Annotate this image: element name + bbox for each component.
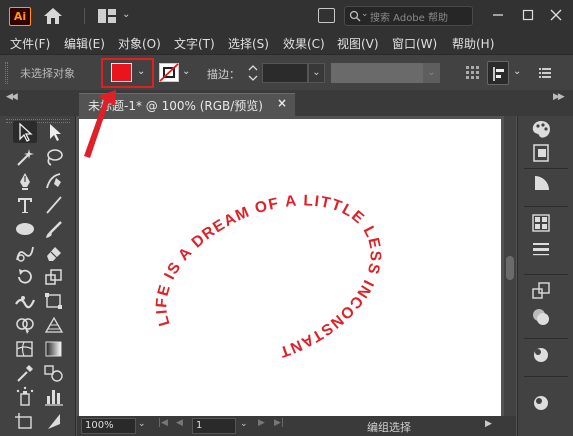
menu-window[interactable]: 窗口(W): [392, 35, 437, 52]
shape-builder-tool-icon[interactable]: [13, 314, 37, 336]
panel-separator: [524, 376, 568, 377]
mesh-tool-icon[interactable]: [13, 338, 37, 360]
color-palette-icon[interactable]: [530, 118, 552, 140]
artboard-dropdown-chevron-icon[interactable]: ⌄: [240, 419, 248, 429]
panel-separator: [524, 274, 568, 275]
menu-select[interactable]: 选择(S): [228, 35, 269, 52]
stroke-width-input[interactable]: [262, 63, 308, 83]
shaper-tool-icon[interactable]: [13, 242, 37, 264]
control-bar-grip[interactable]: [5, 62, 8, 84]
pen-tool-icon[interactable]: [13, 170, 37, 192]
home-icon[interactable]: [43, 7, 63, 25]
perspective-grid-tool-icon[interactable]: [42, 314, 66, 336]
blend-tool-icon[interactable]: [42, 362, 66, 384]
app-logo: Ai: [9, 7, 31, 26]
panel-separator: [524, 168, 568, 169]
slice-tool-icon[interactable]: [42, 410, 66, 432]
status-tool-name: 编组选择: [367, 421, 411, 434]
line-segment-tool-icon[interactable]: [42, 194, 66, 216]
ellipse-tool-icon[interactable]: [13, 218, 37, 240]
stroke-label: 描边：: [207, 68, 240, 81]
symbol-sprayer-tool-icon[interactable]: [13, 386, 37, 408]
panel-separator: [524, 206, 568, 207]
width-tool-icon[interactable]: [13, 290, 37, 312]
workspace-switcher-icon[interactable]: [97, 8, 117, 24]
stroke-width-stepper[interactable]: [246, 62, 260, 84]
first-artboard-icon[interactable]: |◀: [158, 418, 168, 428]
pathfinder-icon[interactable]: [530, 306, 552, 328]
menu-object[interactable]: 对象(O): [118, 35, 161, 52]
menu-view[interactable]: 视图(V): [337, 35, 379, 52]
lasso-tool-icon[interactable]: [42, 146, 66, 168]
zoom-dropdown-chevron-icon[interactable]: ⌄: [138, 419, 146, 429]
stroke-panel-icon[interactable]: [530, 238, 552, 260]
panel-menu-icon[interactable]: [538, 65, 552, 81]
type-tool-icon[interactable]: [13, 194, 37, 216]
close-tab-icon[interactable]: ×: [277, 96, 287, 110]
scale-tool-icon[interactable]: [42, 266, 66, 288]
menu-help[interactable]: 帮助(H): [452, 35, 494, 52]
align-button[interactable]: [487, 61, 509, 85]
paintbrush-tool-icon[interactable]: [42, 218, 66, 240]
search-chevron-icon: ⌄: [361, 9, 369, 19]
title-separator: [84, 8, 85, 24]
stroke-dropdown-chevron-icon[interactable]: ⌄: [182, 66, 190, 77]
swatches-icon[interactable]: [530, 212, 552, 234]
stroke-width-dropdown[interactable]: ⌄: [308, 63, 325, 83]
transform-panel-icon[interactable]: [530, 280, 552, 302]
color-guide-icon[interactable]: [530, 142, 552, 164]
variable-width-dropdown[interactable]: ⌄: [423, 63, 440, 83]
stroke-color-swatch[interactable]: [159, 63, 179, 82]
menu-edit[interactable]: 编辑(E): [64, 35, 105, 52]
collapse-left-icon[interactable]: ◀◀: [6, 92, 18, 102]
search-icon: [349, 10, 361, 22]
minimize-button[interactable]: [487, 4, 509, 26]
last-artboard-icon[interactable]: ▶|: [274, 418, 284, 428]
menu-bar: 文件(F) 编辑(E) 对象(O) 文字(T) 选择(S) 效果(C) 视图(V…: [0, 32, 573, 54]
ring-text-path: LIFE IS A DREAM OF A LITTLE LESS INCONST…: [153, 192, 382, 360]
vertical-scrollbar-thumb[interactable]: [506, 256, 514, 280]
zoom-input[interactable]: 100%: [81, 418, 136, 434]
artboard-number-input[interactable]: 1: [192, 418, 236, 434]
eraser-tool-icon[interactable]: [42, 242, 66, 264]
eyedropper-tool-icon[interactable]: [13, 362, 37, 384]
free-transform-tool-icon[interactable]: [42, 290, 66, 312]
fill-dropdown-chevron-icon[interactable]: ⌄: [137, 66, 145, 77]
close-window-button[interactable]: [545, 4, 567, 26]
menu-effect[interactable]: 效果(C): [283, 35, 325, 52]
transparency-icon[interactable]: [530, 344, 552, 366]
status-menu-arrow-icon[interactable]: ▶: [485, 419, 492, 429]
align-dropdown-chevron-icon[interactable]: ⌄: [513, 66, 521, 77]
direct-selection-tool-icon[interactable]: [42, 121, 66, 143]
curvature-tool-icon[interactable]: [42, 170, 66, 192]
appearance-icon[interactable]: [530, 392, 552, 414]
panel-separator: [524, 338, 568, 339]
column-graph-tool-icon[interactable]: [42, 386, 66, 408]
annotation-arrow-icon: [84, 90, 116, 158]
path-text-ellipse[interactable]: LIFE IS A DREAM OF A LITTLE LESS INCONST…: [79, 119, 501, 416]
variable-width-profile[interactable]: [331, 63, 423, 83]
gradient-tool-icon[interactable]: [42, 338, 66, 360]
next-artboard-icon[interactable]: ▶: [258, 418, 265, 428]
search-placeholder: 搜索 Adobe 帮助: [370, 13, 448, 24]
collapse-right-icon[interactable]: ▶▶: [553, 92, 565, 102]
chevron-down-icon[interactable]: ⌄: [122, 9, 130, 20]
rotate-tool-icon[interactable]: [13, 266, 37, 288]
arrange-documents-icon[interactable]: [318, 8, 335, 23]
maximize-button[interactable]: [517, 4, 539, 26]
fill-color-swatch[interactable]: [111, 63, 132, 82]
color-wheel-icon[interactable]: [530, 172, 552, 194]
grid-dots-icon[interactable]: [465, 65, 481, 81]
artboard-tool-icon[interactable]: [13, 410, 37, 432]
ring-text[interactable]: LIFE IS A DREAM OF A LITTLE LESS INCONST…: [153, 192, 384, 360]
magic-wand-tool-icon[interactable]: [13, 146, 37, 168]
previous-artboard-icon[interactable]: ◀: [176, 418, 183, 428]
menu-type[interactable]: 文字(T): [174, 35, 215, 52]
selection-status: 未选择对象: [20, 67, 75, 80]
menu-file[interactable]: 文件(F): [10, 35, 50, 52]
selection-tool-icon[interactable]: [13, 121, 37, 143]
